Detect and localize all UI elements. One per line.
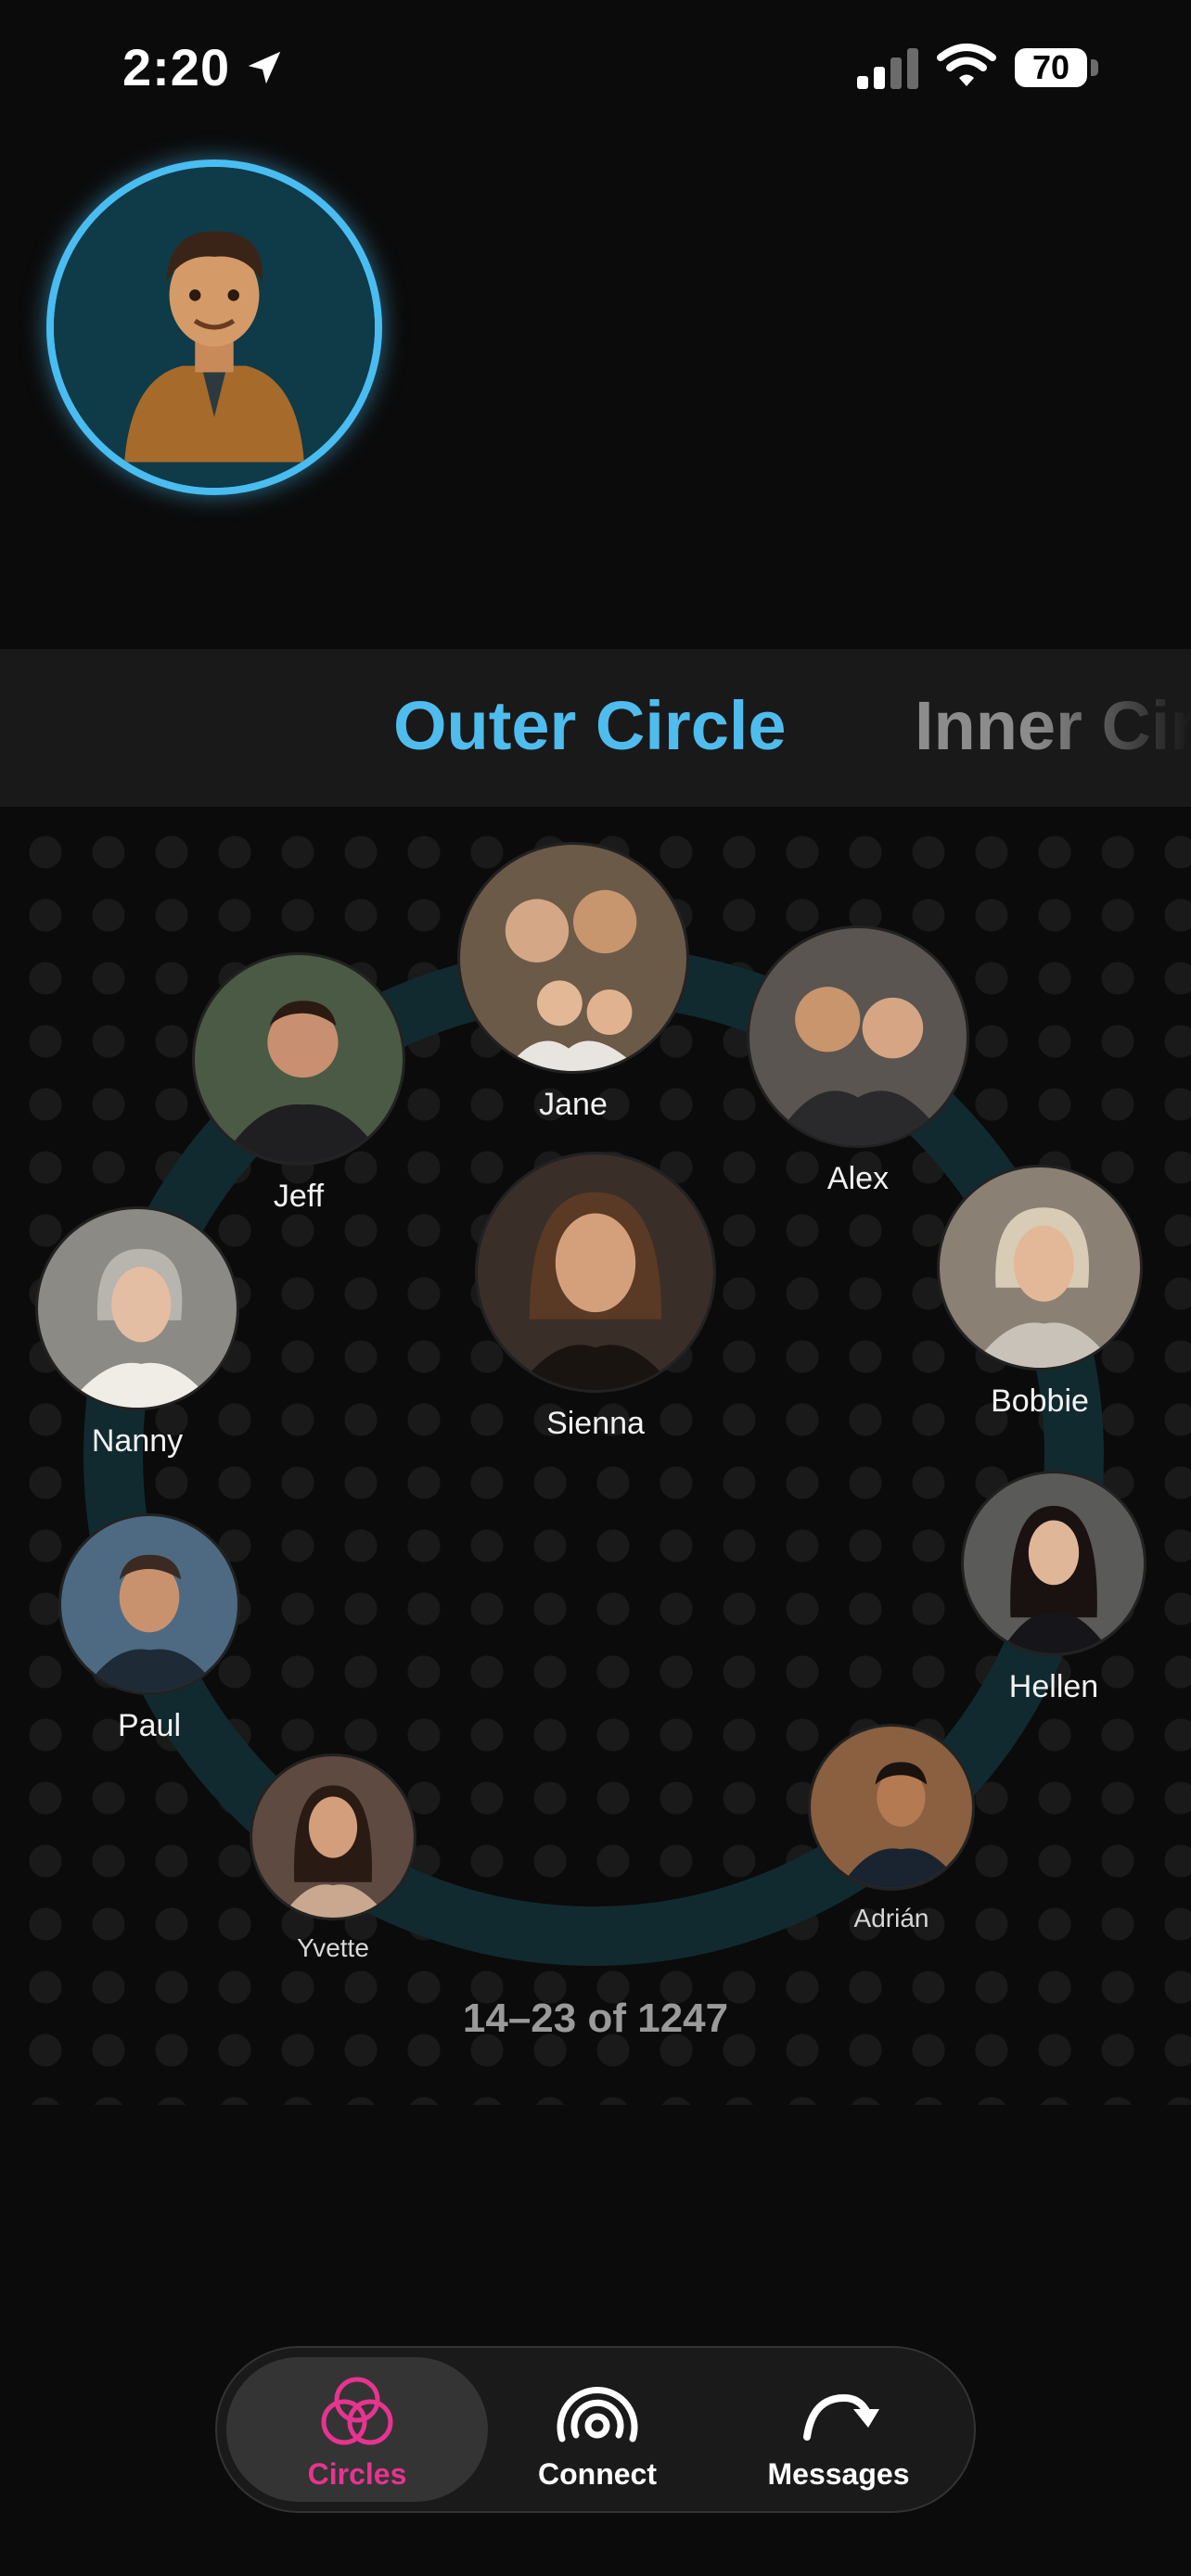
profile-avatar[interactable] bbox=[46, 159, 382, 495]
contact-name: Nanny bbox=[91, 1423, 184, 1459]
contact-jeff[interactable]: Jeff bbox=[192, 952, 405, 1215]
contact-name: Paul bbox=[117, 1708, 182, 1743]
contact-hellen[interactable]: Hellen bbox=[961, 1471, 1146, 1705]
contact-name: Alex bbox=[826, 1161, 890, 1196]
nav-circles-label: Circles bbox=[307, 2457, 407, 2491]
contact-photo bbox=[457, 842, 689, 1074]
contact-photo bbox=[58, 1513, 240, 1695]
contact-photo bbox=[192, 952, 405, 1166]
contact-paul[interactable]: Paul bbox=[58, 1513, 240, 1744]
contact-name: Bobbie bbox=[991, 1384, 1089, 1419]
contact-photo bbox=[808, 1724, 975, 1891]
nav-messages-label: Messages bbox=[767, 2457, 910, 2491]
battery-cap bbox=[1091, 59, 1098, 76]
cellular-signal-icon bbox=[857, 48, 918, 89]
contact-bobbie[interactable]: Bobbie bbox=[937, 1165, 1143, 1420]
contact-photo bbox=[937, 1165, 1143, 1371]
circle-tabs: Outer Circle Inner Circle bbox=[0, 649, 1191, 807]
pagination-label: 14–23 of 1247 bbox=[462, 1996, 729, 2041]
avatar-character-icon bbox=[54, 167, 375, 488]
nav-connect-button[interactable]: Connect bbox=[505, 2357, 690, 2502]
bottom-nav: Circles Connect Messages bbox=[215, 2346, 976, 2513]
contact-jane[interactable]: Jane bbox=[457, 842, 689, 1123]
contact-name: Yvette bbox=[297, 1933, 369, 1962]
contact-alex[interactable]: Alex bbox=[747, 925, 969, 1197]
wifi-icon bbox=[937, 44, 996, 86]
contact-photo bbox=[475, 1152, 716, 1393]
nav-connect-label: Connect bbox=[538, 2457, 657, 2491]
contact-photo bbox=[35, 1206, 239, 1410]
contact-photo bbox=[961, 1471, 1146, 1656]
connect-icon bbox=[557, 2387, 638, 2442]
contact-photo bbox=[250, 1753, 416, 1920]
contact-adrian[interactable]: Adrián bbox=[808, 1724, 975, 1933]
contact-photo bbox=[747, 925, 969, 1148]
tabs-fade-overlay bbox=[1033, 649, 1191, 807]
contact-name: Jane bbox=[539, 1087, 608, 1122]
contact-name: Hellen bbox=[1008, 1669, 1099, 1704]
location-arrow-icon bbox=[248, 51, 281, 84]
tab-outer-circle[interactable]: Outer Circle bbox=[393, 686, 787, 765]
contact-yvette[interactable]: Yvette bbox=[250, 1753, 416, 1963]
status-bar: 2:20 70 bbox=[0, 0, 1191, 139]
contact-sienna[interactable]: Sienna bbox=[475, 1152, 716, 1442]
nav-messages-button[interactable]: Messages bbox=[718, 2357, 959, 2502]
contact-name: Adrián bbox=[853, 1904, 929, 1932]
battery-indicator: 70 bbox=[1015, 48, 1087, 87]
circles-icon bbox=[321, 2377, 393, 2445]
contact-name: Sienna bbox=[546, 1406, 645, 1441]
status-time: 2:20 bbox=[122, 38, 231, 96]
nav-circles-button[interactable]: Circles bbox=[226, 2357, 488, 2502]
contact-nanny[interactable]: Nanny bbox=[35, 1206, 239, 1460]
messages-arrow-icon bbox=[803, 2393, 879, 2441]
